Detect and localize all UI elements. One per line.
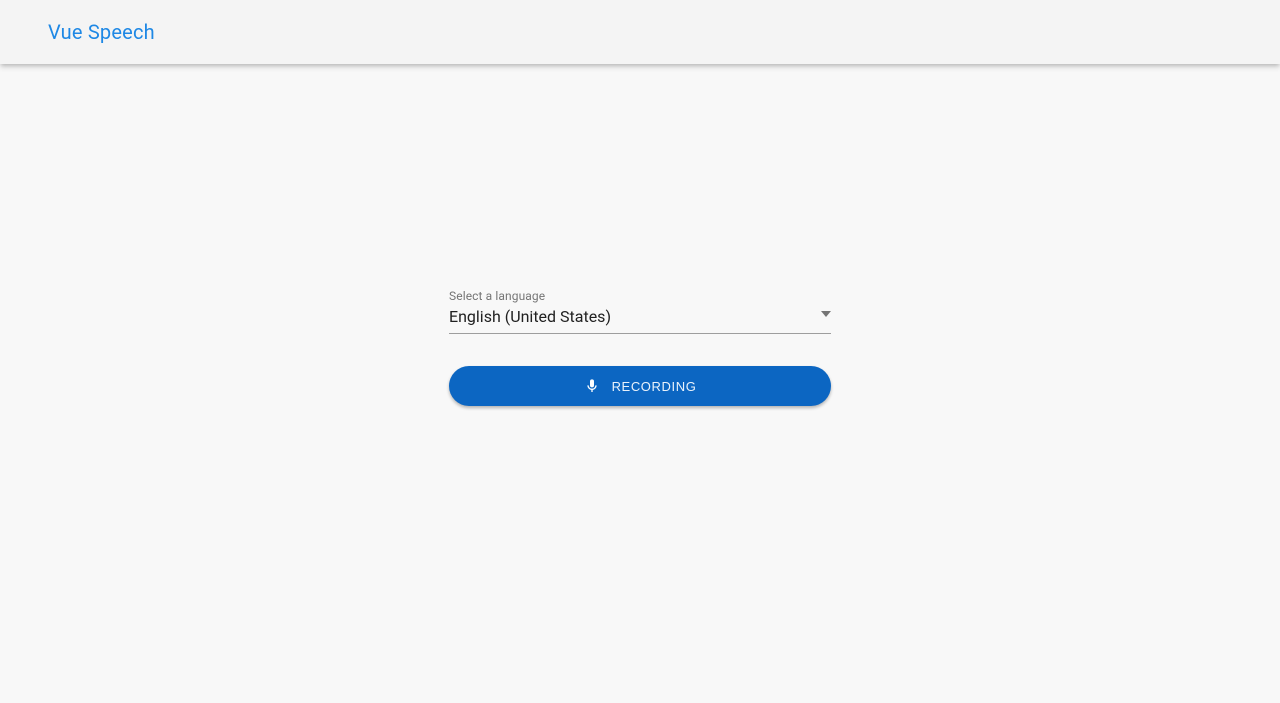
chevron-down-icon bbox=[821, 311, 831, 317]
record-button[interactable]: RECORDING bbox=[449, 366, 831, 406]
microphone-icon bbox=[584, 378, 600, 394]
language-select-value: English (United States) bbox=[449, 307, 611, 326]
page-body: Select a language English (United States… bbox=[0, 64, 1280, 703]
record-button-label: RECORDING bbox=[612, 379, 697, 394]
app-toolbar: Vue Speech bbox=[0, 0, 1280, 64]
speech-panel: Select a language English (United States… bbox=[449, 289, 831, 406]
language-label: Select a language bbox=[449, 289, 831, 303]
app-title: Vue Speech bbox=[48, 20, 155, 44]
language-select[interactable]: English (United States) bbox=[449, 307, 831, 334]
